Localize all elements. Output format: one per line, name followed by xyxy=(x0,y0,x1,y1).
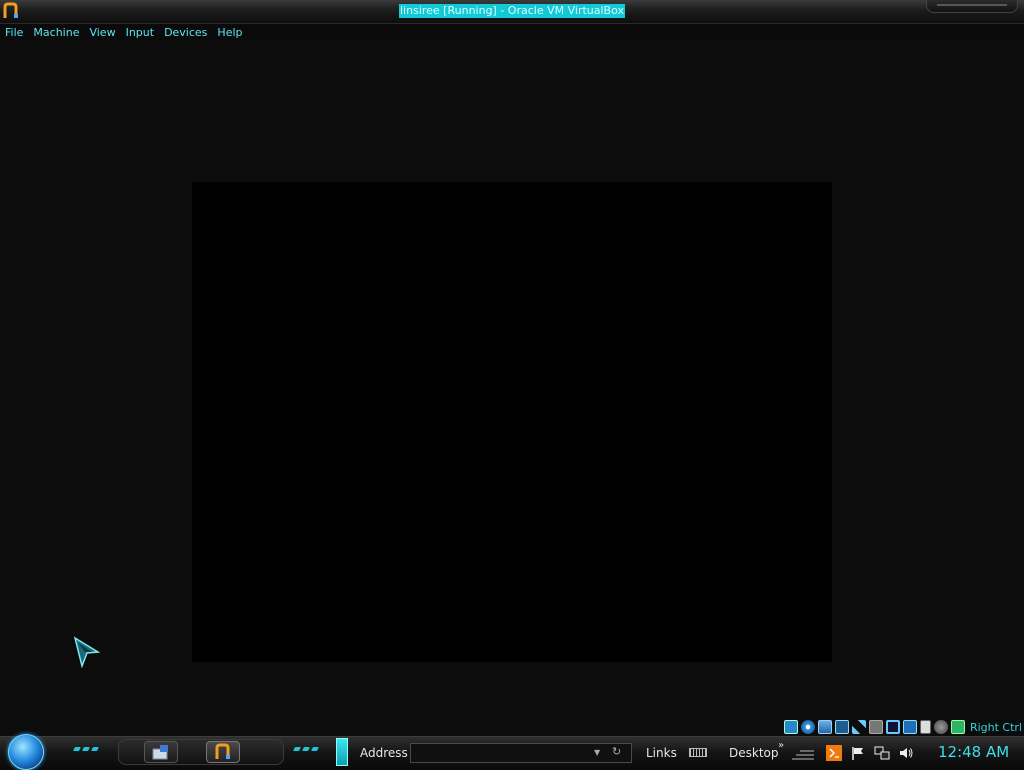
network-icon[interactable] xyxy=(834,720,849,734)
title-bar[interactable]: linsiree [Running] - Oracle VM VirtualBo… xyxy=(0,0,1024,24)
start-button[interactable] xyxy=(8,734,44,770)
menu-view[interactable]: View xyxy=(84,24,120,42)
address-refresh-icon[interactable]: ↻ xyxy=(612,746,624,758)
taskbar-decoration-right xyxy=(293,747,319,751)
system-tray xyxy=(826,744,914,762)
links-label[interactable]: Links xyxy=(646,745,677,761)
usb-icon[interactable] xyxy=(851,720,866,734)
vm-display-area[interactable] xyxy=(0,42,1024,736)
action-center-flag-icon[interactable] xyxy=(850,745,866,761)
mouse-cursor-icon xyxy=(73,636,100,668)
window-caption-buttons[interactable] xyxy=(926,0,1018,13)
menu-file[interactable]: File xyxy=(0,24,28,42)
virtualization-icon[interactable] xyxy=(919,720,931,734)
menu-devices[interactable]: Devices xyxy=(159,24,212,42)
keyboard-capture-icon[interactable] xyxy=(950,720,965,734)
taskbar-clock[interactable]: 12:48 AM xyxy=(938,742,1009,762)
host-key-label: Right Ctrl xyxy=(969,720,1022,734)
mouse-integration-icon[interactable] xyxy=(933,720,948,734)
menu-input[interactable]: Input xyxy=(121,24,159,42)
virtualbox-icon[interactable] xyxy=(2,2,20,20)
shared-folders-icon[interactable] xyxy=(868,720,883,734)
floppy-icon[interactable] xyxy=(817,720,832,734)
java-icon[interactable] xyxy=(826,745,842,761)
task-buttons-frame xyxy=(118,739,284,765)
address-dropdown-icon[interactable]: ▼ xyxy=(594,748,602,758)
explorer-icon xyxy=(152,745,168,760)
display-icon[interactable] xyxy=(885,720,900,734)
volume-icon[interactable] xyxy=(898,745,914,761)
virtualbox-task[interactable] xyxy=(206,741,240,763)
menu-machine[interactable]: Machine xyxy=(28,24,84,42)
virtualbox-task-icon xyxy=(215,743,230,759)
window-title: linsiree [Running] - Oracle VM VirtualBo… xyxy=(399,4,625,18)
menu-bar: File Machine View Input Devices Help xyxy=(0,24,1024,42)
desktop-toolbar-label[interactable]: Desktop xyxy=(729,745,779,761)
menu-help[interactable]: Help xyxy=(212,24,247,42)
hard-disk-icon[interactable] xyxy=(783,720,798,734)
taskbar-toolbar-grip[interactable] xyxy=(336,738,348,766)
vm-status-bar: Right Ctrl xyxy=(783,718,1024,736)
vm-screen[interactable] xyxy=(192,182,832,662)
network-tray-icon[interactable] xyxy=(874,745,890,761)
taskbar-decoration-left xyxy=(73,747,99,751)
address-label: Address xyxy=(360,746,408,760)
keyboard-icon[interactable] xyxy=(689,748,707,757)
optical-drive-icon[interactable] xyxy=(800,720,815,734)
show-desktop-icon[interactable] xyxy=(792,748,814,760)
recording-icon[interactable] xyxy=(902,720,917,734)
toolbar-chevron-icon[interactable]: » xyxy=(778,741,784,751)
explorer-task[interactable] xyxy=(144,741,178,763)
